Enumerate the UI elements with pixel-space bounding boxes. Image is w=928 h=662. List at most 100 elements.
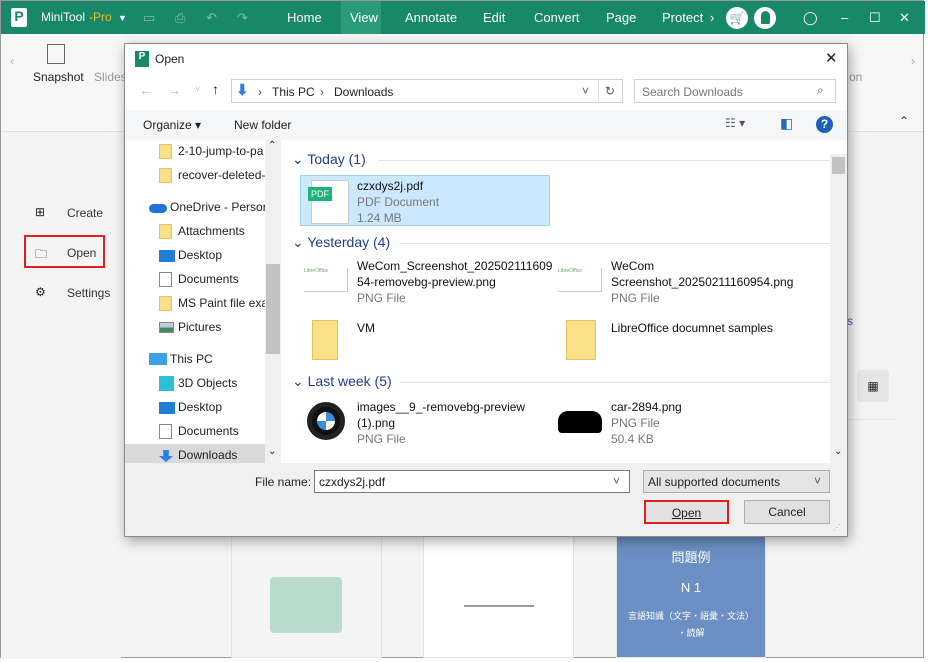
breadcrumb-this-pc[interactable]: This PC: [272, 85, 315, 99]
app-logo-icon: P: [11, 8, 27, 27]
recent-folder-card[interactable]: [231, 536, 382, 658]
nav-item[interactable]: Desktop: [125, 396, 265, 418]
menu-convert[interactable]: Convert: [534, 10, 580, 25]
folder-item-libreoffice[interactable]: LibreOffice documnet samples: [558, 320, 828, 364]
file-type-select[interactable]: All supported documents ˅: [643, 470, 830, 493]
print-icon[interactable]: ⎙: [175, 10, 185, 26]
nav-item[interactable]: Documents: [125, 268, 265, 290]
thumb-line1: 言語知識（文字・語彙・文法）: [627, 611, 754, 621]
dialog-close-icon[interactable]: ✕: [825, 49, 838, 67]
menu-view[interactable]: View: [350, 10, 378, 25]
menu-annotate[interactable]: Annotate: [405, 10, 457, 25]
forward-icon[interactable]: →: [167, 82, 181, 98]
group-yesterday[interactable]: ⌄ Yesterday (4): [292, 234, 834, 251]
file-name-line2: Screenshot_20250211160954.png: [611, 275, 794, 289]
file-item-czxdys2j[interactable]: PDF czxdys2j.pdf PDF Document 1.24 MB: [300, 175, 550, 226]
feedback-icon[interactable]: ◯: [803, 10, 818, 26]
nav-create[interactable]: Create: [67, 206, 103, 220]
file-item-wecom-screenshot[interactable]: LibreOffice WeCom Screenshot_202502111609…: [558, 258, 828, 308]
settings-icon: ⚙: [35, 285, 46, 299]
nav-item[interactable]: MS Paint file exa: [125, 292, 265, 314]
scroll-down-icon[interactable]: ⌄: [834, 446, 842, 457]
user-avatar-icon[interactable]: [754, 7, 776, 29]
file-name-input[interactable]: czxdys2j.pdf ˅: [314, 470, 630, 493]
search-input[interactable]: Search Downloads ⌕: [634, 79, 836, 103]
nav-item[interactable]: Attachments: [125, 220, 265, 242]
menu-home[interactable]: Home: [287, 10, 322, 25]
cart-icon[interactable]: 🛒: [726, 7, 748, 29]
file-list-scrollbar[interactable]: ⌄: [830, 154, 847, 463]
group-last-week[interactable]: ⌄ Last week (5): [292, 373, 834, 390]
ribbon-snapshot[interactable]: Snapshot: [33, 70, 84, 84]
file-size: 50.4 KB: [611, 432, 654, 446]
undo-icon[interactable]: ↶: [206, 10, 217, 26]
scroll-thumb[interactable]: [266, 264, 280, 354]
nav-item[interactable]: Downloads: [125, 444, 265, 463]
nav-item[interactable]: 3D Objects: [125, 372, 265, 394]
file-item-car[interactable]: car-2894.png PNG File 50.4 KB: [558, 399, 828, 449]
nav-scrollbar[interactable]: ⌃ ⌄: [265, 140, 281, 463]
close-icon[interactable]: ✕: [899, 10, 910, 26]
grid-view-icon[interactable]: ▦: [857, 370, 889, 402]
recent-dropdown-icon[interactable]: ˅: [195, 84, 200, 94]
file-item-wecom-removebg[interactable]: LibreOffice WeCom_Screenshot_20250211160…: [304, 258, 554, 308]
preview-pane-icon[interactable]: ◧: [780, 115, 793, 132]
open-button[interactable]: Open: [644, 500, 729, 524]
ribbon-slides[interactable]: Slides: [94, 70, 127, 84]
save-icon[interactable]: ▭: [143, 10, 155, 26]
recent-file-card[interactable]: [423, 536, 574, 658]
documents-icon: [159, 272, 172, 287]
nav-item[interactable]: recover-deleted-: [125, 164, 265, 186]
nav-item[interactable]: Pictures: [125, 316, 265, 338]
group-today[interactable]: ⌄ Today (1): [292, 151, 834, 168]
scroll-up-icon[interactable]: ⌃: [268, 140, 276, 151]
menu-protect[interactable]: Protect: [662, 10, 703, 25]
ribbon-scroll-right-icon[interactable]: ›: [911, 54, 915, 68]
app-menu-dropdown[interactable]: ▼: [118, 13, 127, 23]
breadcrumb-downloads[interactable]: Downloads: [334, 85, 393, 99]
desktop-icon: [159, 402, 175, 414]
address-dropdown-icon[interactable]: ˅: [582, 84, 589, 98]
nav-settings[interactable]: Settings: [67, 286, 110, 300]
organize-label: Organize: [143, 118, 192, 132]
file-item-bmw[interactable]: images__9_-removebg-preview (1).png PNG Fi…: [304, 399, 554, 449]
menu-more-chevron-icon[interactable]: ›: [710, 10, 714, 25]
up-icon[interactable]: ↑: [212, 81, 219, 97]
address-bar[interactable]: ⬇ › This PC › Downloads ˅ ↻: [231, 79, 623, 103]
collapse-ribbon-icon[interactable]: ⌃: [899, 114, 909, 128]
file-name-dropdown-icon[interactable]: ˅: [613, 474, 620, 488]
folder-item-vm[interactable]: VM: [304, 320, 554, 364]
menu-page[interactable]: Page: [606, 10, 636, 25]
thumb-title: 問題例: [671, 550, 711, 565]
file-name-line1: WeCom: [611, 259, 655, 273]
file-type-dropdown-icon[interactable]: ˅: [814, 474, 821, 488]
ribbon-scroll-left-icon[interactable]: ‹: [10, 54, 14, 68]
maximize-icon[interactable]: ☐: [869, 10, 881, 26]
scroll-thumb[interactable]: [832, 157, 845, 174]
nav-item[interactable]: Documents: [125, 420, 265, 442]
menu-edit[interactable]: Edit: [483, 10, 505, 25]
back-icon[interactable]: ←: [139, 82, 153, 98]
nav-item[interactable]: 2-10-jump-to-pa: [125, 140, 265, 162]
nav-item[interactable]: Desktop: [125, 244, 265, 266]
view-options-icon[interactable]: ☷ ▾: [725, 116, 745, 130]
minimize-icon[interactable]: –: [841, 10, 848, 25]
nav-item-label: MS Paint file exa: [178, 296, 265, 310]
nav-item[interactable]: OneDrive - Persor: [125, 196, 265, 218]
new-folder-button[interactable]: New folder: [234, 118, 291, 132]
folder-name: LibreOffice documnet samples: [611, 321, 773, 335]
file-type: PNG File: [357, 432, 406, 446]
resize-grip-icon[interactable]: ⋰: [833, 523, 841, 532]
pdf-file-icon: PDF: [308, 180, 349, 224]
recent-file-card-n1[interactable]: 問題例 N 1 言語知識（文字・語彙・文法） ・読解: [616, 536, 766, 658]
file-size: 1.24 MB: [357, 211, 402, 225]
organize-button[interactable]: Organize ▾: [143, 118, 201, 132]
redo-icon[interactable]: ↷: [237, 10, 248, 26]
nav-open[interactable]: Open: [67, 246, 96, 260]
refresh-icon[interactable]: ↻: [605, 84, 615, 98]
nav-item[interactable]: This PC: [125, 348, 265, 370]
nav-item-label: OneDrive - Persor: [170, 200, 265, 214]
scroll-down-icon[interactable]: ⌄: [268, 446, 276, 457]
cancel-button[interactable]: Cancel: [744, 500, 830, 524]
help-icon[interactable]: ?: [816, 116, 833, 133]
